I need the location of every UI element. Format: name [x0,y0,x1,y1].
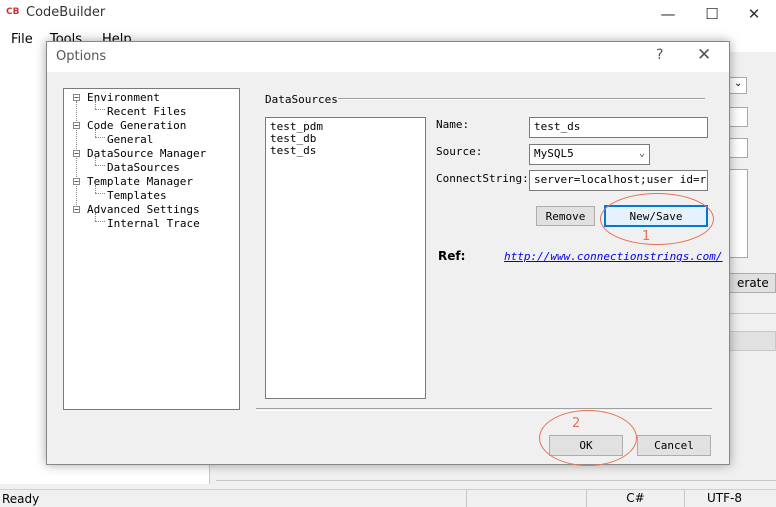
tree-item-templates[interactable]: Templates [107,189,167,202]
tree-item-internal-trace[interactable]: Internal Trace [107,217,200,230]
background-button[interactable] [728,331,776,351]
tree-item-recent-files[interactable]: Recent Files [107,105,186,118]
tree-connector [95,137,105,138]
tree-connector [95,157,96,165]
annotation-number-2: 2 [572,416,581,431]
close-icon[interactable]: ✕ [731,0,776,28]
menu-file[interactable]: File [11,32,33,47]
tree-connector [95,101,96,109]
status-encoding: UTF-8 [684,490,764,507]
tree-item-code-generation[interactable]: Code Generation [87,119,186,132]
group-title: DataSources [265,93,338,106]
tree-connector [95,165,105,166]
tree-item-environment[interactable]: Environment [87,91,160,104]
tree-item-advanced-settings[interactable]: Advanced Settings [87,203,200,216]
collapse-icon[interactable]: − [73,122,80,130]
chevron-down-icon: ⌄ [734,78,743,89]
list-item[interactable]: test_ds [270,144,316,157]
status-text: Ready [2,492,40,506]
tree-connector [95,129,96,137]
source-label: Source: [436,145,483,158]
background-textarea[interactable] [728,169,748,258]
dialog-title-bar [47,42,729,72]
name-field[interactable]: test_ds [529,117,708,138]
name-label: Name: [436,118,470,131]
ref-link[interactable]: http://www.connectionstrings.com/ [504,250,723,263]
app-title: CodeBuilder [26,5,106,20]
tree-connector [95,213,96,221]
collapse-icon[interactable]: − [73,206,80,214]
background-field[interactable] [728,107,748,127]
minimize-icon[interactable]: — [645,0,691,28]
datasource-list[interactable]: test_pdm test_db test_ds [265,117,426,399]
help-icon[interactable]: ? [656,47,663,63]
background-dropdown[interactable]: ⌄ [728,77,747,94]
divider [728,313,776,314]
tree-item-datasources[interactable]: DataSources [107,161,180,174]
app-logo-icon: CB [6,7,20,17]
connectstring-label: ConnectString: [436,172,529,185]
divider [216,480,776,482]
tree-connector [95,221,105,222]
annotation-circle-2 [539,410,637,466]
background-field[interactable] [728,138,748,158]
connectstring-field[interactable]: server=localhost;user id=root [529,170,708,191]
dialog-title: Options [56,49,107,64]
source-value: MySQL5 [534,147,574,160]
status-cell [466,490,586,507]
remove-button[interactable]: Remove [536,206,595,226]
collapse-icon[interactable]: − [73,94,80,102]
tree-connector [95,109,105,110]
tree-item-template-manager[interactable]: Template Manager [87,175,193,188]
tree-connector [95,193,105,194]
annotation-number-1: 1 [642,229,651,244]
collapse-icon[interactable]: − [73,178,80,186]
ref-label: Ref: [438,249,466,263]
cancel-button[interactable]: Cancel [637,435,711,456]
group-divider [338,98,705,100]
bottom-divider [256,408,712,411]
collapse-icon[interactable]: − [73,150,80,158]
chevron-down-icon: ⌄ [638,148,645,159]
maximize-icon[interactable]: ☐ [689,0,735,28]
dialog-close-icon[interactable]: ✕ [697,45,711,65]
tree-connector [95,185,96,193]
tree-item-general[interactable]: General [107,133,153,146]
source-select[interactable]: MySQL5 ⌄ [529,144,650,165]
annotation-circle-1 [600,193,714,245]
status-language: C# [586,490,684,507]
tree-item-datasource-manager[interactable]: DataSource Manager [87,147,206,160]
options-tree[interactable]: − Environment Recent Files − Code Genera… [63,88,240,410]
generate-button[interactable]: erate [728,273,776,293]
options-dialog: Options ? ✕ − Environment Recent Files −… [46,41,730,466]
